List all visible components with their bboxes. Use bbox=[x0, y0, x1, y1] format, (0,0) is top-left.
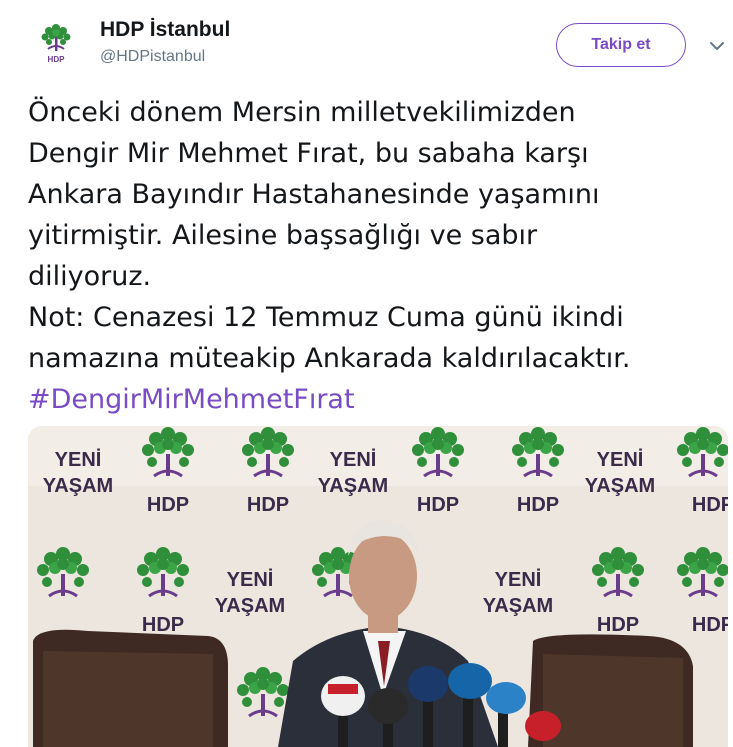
backdrop-slogan: YENİ bbox=[55, 448, 102, 471]
backdrop-slogan: YAŞAM bbox=[43, 475, 113, 497]
backdrop-slogan: YAŞAM bbox=[585, 475, 655, 497]
follow-button[interactable]: Takip et bbox=[556, 23, 686, 67]
hashtag-link[interactable]: #DengirMirMehmetFırat bbox=[28, 379, 718, 420]
backdrop-slogan: YAŞAM bbox=[318, 475, 388, 497]
backdrop-logo: HDP bbox=[597, 614, 639, 636]
backdrop-logo: HDP bbox=[417, 494, 459, 516]
backdrop-slogan: YENİ bbox=[227, 568, 274, 591]
backdrop-logo: HDP bbox=[692, 494, 728, 516]
tweet-text-line: Dengir Mir Mehmet Fırat, bu sabaha karşı bbox=[28, 138, 589, 169]
tweet-text-line: Ankara Bayındır Hastahanesinde yaşamını bbox=[28, 179, 600, 210]
hdp-logo-icon: HDP bbox=[41, 24, 71, 64]
tweet-text: Önceki dönem Mersin milletvekilimizden D… bbox=[28, 92, 718, 420]
backdrop-logo: HDP bbox=[147, 494, 189, 516]
backdrop-logo: HDP bbox=[142, 614, 184, 636]
tweet-text-line: Not: Cenazesi 12 Temmuz Cuma günü ikindi bbox=[28, 302, 624, 333]
press-conference-photo: YENİ YAŞAM YENİ YAŞAM YENİ YAŞAM YENİ YA… bbox=[28, 426, 728, 747]
chevron-down-icon[interactable] bbox=[707, 36, 727, 56]
tweet-text-line: Önceki dönem Mersin milletvekilimizden bbox=[28, 97, 576, 128]
backdrop-slogan: YENİ bbox=[495, 568, 542, 591]
backdrop-slogan: YENİ bbox=[330, 448, 377, 471]
tweet-text-line: yitirmiştir. Ailesine başsağlığı ve sabı… bbox=[28, 220, 538, 251]
user-name[interactable]: HDP İstanbul bbox=[100, 18, 230, 42]
tweet-text-line: namazına müteakip Ankarada kaldırılacakt… bbox=[28, 343, 631, 374]
backdrop-slogan: YENİ bbox=[597, 448, 644, 471]
backdrop-slogan: YAŞAM bbox=[215, 595, 285, 617]
backdrop-logo: HDP bbox=[692, 614, 728, 636]
tweet-photo[interactable]: YENİ YAŞAM YENİ YAŞAM YENİ YAŞAM YENİ YA… bbox=[28, 426, 728, 747]
user-handle[interactable]: @HDPistanbul bbox=[100, 48, 205, 66]
tweet-header: HDP HDP İstanbul @HDPistanbul Takip et bbox=[0, 0, 733, 90]
backdrop-slogan: YAŞAM bbox=[483, 595, 553, 617]
tweet-text-line: diliyoruz. bbox=[28, 261, 152, 292]
avatar[interactable]: HDP bbox=[30, 16, 82, 68]
avatar-label: HDP bbox=[48, 55, 66, 64]
backdrop-logo: HDP bbox=[247, 494, 289, 516]
backdrop-logo: HDP bbox=[517, 494, 559, 516]
